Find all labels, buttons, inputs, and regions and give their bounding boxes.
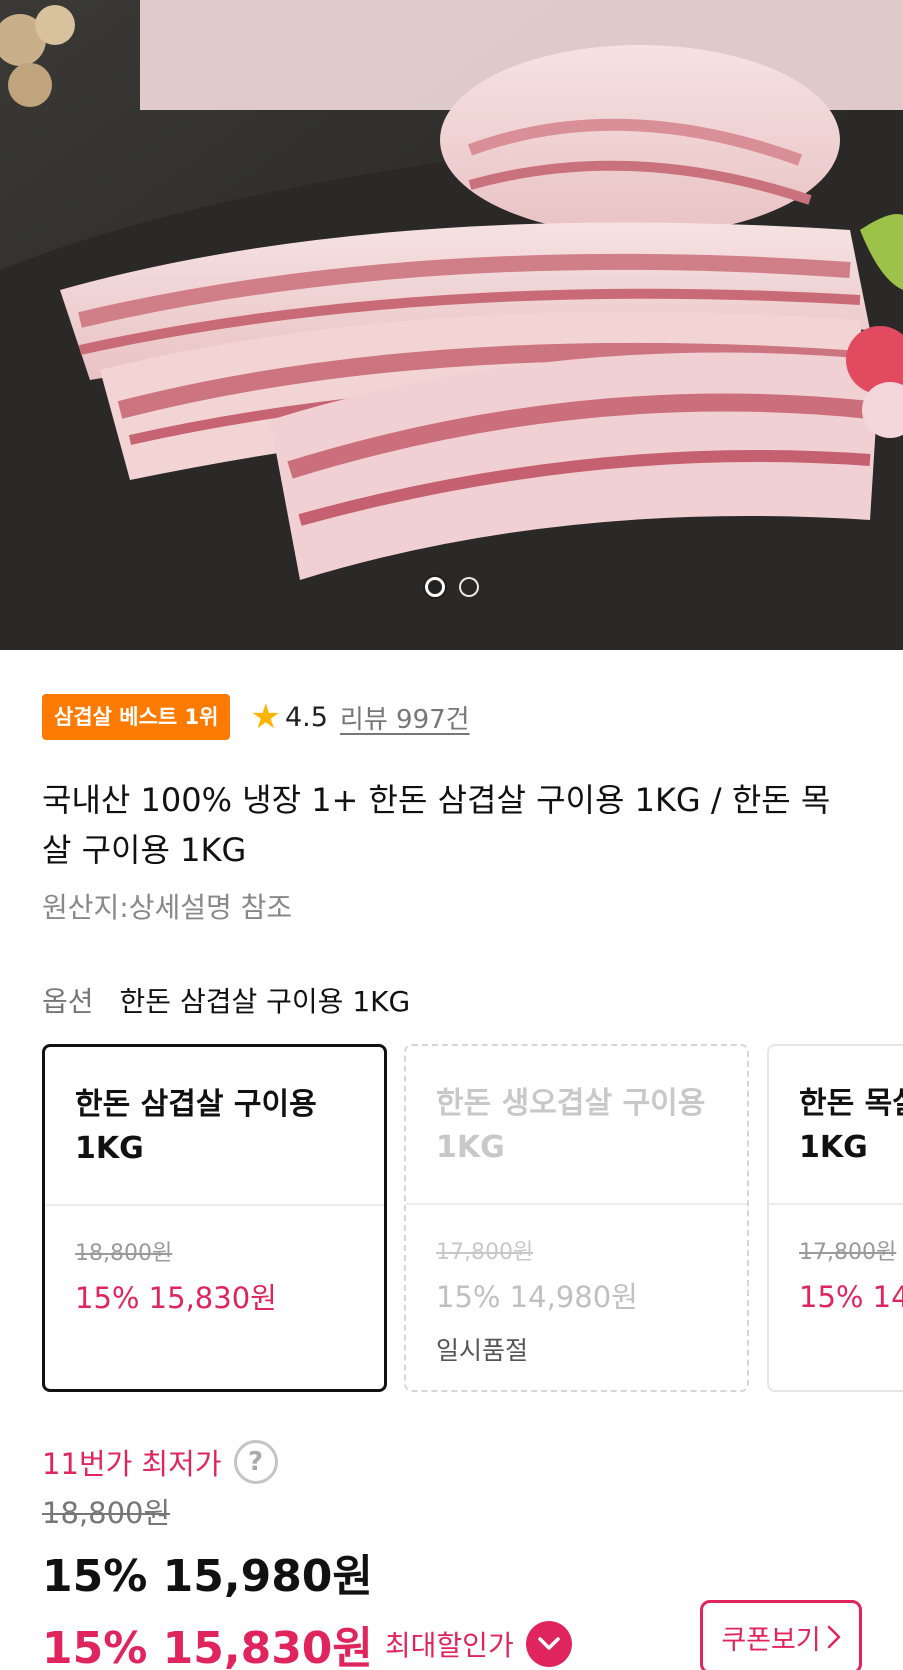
option-card-sale-price: 15% 15,830원 xyxy=(75,1281,277,1315)
divider xyxy=(406,1203,747,1205)
chevron-down-icon[interactable] xyxy=(525,1621,572,1667)
original-price: 18,800원 xyxy=(42,1496,171,1530)
product-image-carousel[interactable] xyxy=(0,0,903,650)
option-card-status: 일시품절 xyxy=(436,1336,529,1365)
product-photo xyxy=(0,0,903,650)
max-discount-label: 최대할인가 xyxy=(384,1629,514,1662)
max-discount-price: 15% 15,830원 xyxy=(42,1623,373,1670)
lowest-price-label: 11번가 최저가 xyxy=(42,1447,222,1481)
carousel-dots xyxy=(0,577,903,597)
option-card-ogyeopsal[interactable]: 한돈 생오겹살 구이용 1KG 17,800원 15% 14,980원 일시품절 xyxy=(404,1044,749,1392)
option-card-original-price: 18,800원 xyxy=(75,1241,173,1266)
badge-rating-row: 삼겹살 베스트 1위 ★ 4.5 리뷰 997건 xyxy=(42,694,470,740)
option-summary: 옵션 한돈 삼겹살 구이용 1KG xyxy=(42,980,410,1020)
lowest-price-row: 11번가 최저가 ? xyxy=(42,1440,278,1484)
option-card-sale-price: 15% 14,980원 xyxy=(436,1280,638,1314)
option-card-name: 한돈 목살 구이용 1KG xyxy=(799,1086,903,1165)
option-card-list[interactable]: 한돈 삼겹살 구이용 1KG 18,800원 15% 15,830원 한돈 생오… xyxy=(42,1044,903,1392)
coupon-button-label: 쿠폰보기 xyxy=(721,1624,821,1656)
review-count-link[interactable]: 리뷰 997건 xyxy=(340,699,470,736)
star-icon: ★ xyxy=(250,697,281,737)
carousel-dot-2[interactable] xyxy=(458,577,479,597)
option-card-moksal[interactable]: 한돈 목살 구이용 1KG 17,800원 15% 14,980원 xyxy=(767,1044,903,1392)
option-selected-value: 한돈 삼겹살 구이용 1KG xyxy=(119,985,411,1018)
option-card-original-price: 17,800원 xyxy=(436,1240,534,1265)
chevron-right-icon xyxy=(827,1625,840,1649)
coupon-view-button[interactable]: 쿠폰보기 xyxy=(700,1600,862,1670)
question-circle-icon[interactable]: ? xyxy=(233,1440,278,1484)
carousel-dot-1[interactable] xyxy=(424,577,445,597)
max-discount-row: 15% 15,830원 최대할인가 xyxy=(42,1612,572,1670)
divider xyxy=(769,1203,903,1205)
option-label: 옵션 xyxy=(42,985,94,1018)
best-badge: 삼겹살 베스트 1위 xyxy=(42,694,231,740)
divider xyxy=(45,1204,384,1206)
option-card-original-price: 17,800원 xyxy=(799,1240,897,1265)
option-card-name: 한돈 생오겹살 구이용 1KG xyxy=(436,1086,706,1165)
option-card-sale-price: 15% 14,980원 xyxy=(799,1280,903,1314)
product-title: 국내산 100% 냉장 1+ 한돈 삼겹살 구이용 1KG / 한돈 목살 구이… xyxy=(42,781,831,869)
option-card-name: 한돈 삼겹살 구이용 1KG xyxy=(75,1087,317,1166)
rating-value: 4.5 xyxy=(284,701,328,733)
option-card-samgyeopsal[interactable]: 한돈 삼겹살 구이용 1KG 18,800원 15% 15,830원 xyxy=(42,1044,387,1392)
sale-price: 15% 15,980원 xyxy=(42,1551,373,1602)
origin-text: 원산지:상세설명 참조 xyxy=(42,891,293,924)
